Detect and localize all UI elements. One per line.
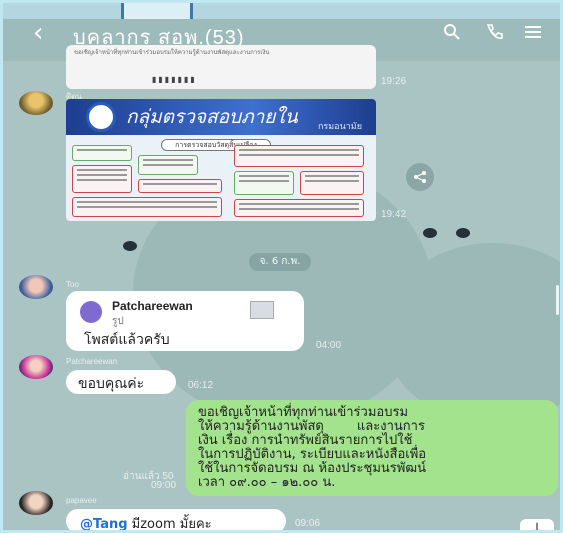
poster-box [234, 171, 294, 195]
share-icon[interactable] [406, 163, 434, 191]
date-divider: จ. 6 ก.พ. [249, 253, 311, 271]
message-text: โพสต์แล้วครับ [84, 332, 170, 348]
menu-icon[interactable] [523, 23, 543, 46]
announcement-line: ใช้ในการจัดอบรม ณ ห้องประชุมนรพัฒน์ [198, 461, 426, 476]
department-logo [86, 102, 116, 132]
wallpaper-eye [123, 241, 137, 251]
poster-box [138, 179, 222, 193]
wallpaper-eye [423, 228, 437, 238]
mention-link[interactable]: @Tang [80, 517, 128, 530]
reply-preview[interactable]: Patchareewan รูป [80, 299, 280, 331]
poster-box [72, 197, 222, 217]
poster-header: กลุ่มตรวจสอบภายใน กรมอนามัย [66, 99, 376, 135]
top-strip [3, 3, 560, 19]
poster-box [72, 165, 132, 193]
announcement-line: ให้ความรู้ด้านงานพัสดุ และงานการ [198, 419, 425, 434]
snippet-text: ขอเชิญเจ้าหน้าที่ทุกท่านเข้าร่วมอบรมให้ค… [74, 49, 270, 56]
reply-sender-name: Patchareewan [112, 299, 193, 313]
avatar [80, 301, 102, 323]
announcement-line: ขอเชิญเจ้าหน้าที่ทุกท่านเข้าร่วมอบรม [198, 405, 409, 420]
sender-name: Too [66, 280, 79, 289]
message-time: 09:06 [295, 518, 321, 529]
search-icon[interactable] [443, 23, 461, 46]
chat-window: ‹ บุคลากร สอพ.(53) ขอเชิญเจ้าหน้าที่ทุกท… [0, 0, 563, 533]
message-time: 06:12 [188, 380, 214, 391]
sender-name: papavee [66, 496, 97, 505]
arrow-down-icon[interactable]: ↓ [520, 519, 554, 530]
avatar[interactable] [19, 355, 53, 379]
announcement-line: เวลา ๐๙.๐๐ – ๑๒.๐๐ น. [198, 475, 336, 490]
poster-title: กลุ่มตรวจสอบภายใน [126, 106, 298, 128]
announcement-line: เงิน เรื่อง การนำทรัพย์สินรายการไปใช้ [198, 433, 413, 448]
message-time: 04:00 [316, 340, 342, 351]
message-bubble[interactable]: @Tang มีzoom มั้ยคะ [66, 509, 286, 532]
poster-box [300, 171, 364, 195]
announcement-line: ในการปฏิบัติงาน, ระเบียบและหนังสือเพื่อ [198, 447, 427, 462]
message-bubble[interactable]: Patchareewan รูป โพสต์แล้วครับ [66, 291, 304, 351]
poster-box [234, 199, 364, 217]
message-snippet[interactable]: ขอเชิญเจ้าหน้าที่ทุกท่านเข้าร่วมอบรมให้ค… [66, 45, 376, 89]
avatar[interactable] [19, 491, 53, 515]
message-bubble[interactable]: ขอเชิญเจ้าหน้าที่ทุกท่านเข้าร่วมอบรม ให้… [186, 400, 558, 496]
poster-body: การตรวจสอบวัสดุสิ้นเปลือง [66, 135, 376, 221]
wallpaper-eye [456, 228, 470, 238]
chevron-left-icon[interactable]: ‹ [33, 18, 43, 48]
poster-box [72, 145, 132, 161]
poster-subtitle: กรมอนามัย [317, 122, 362, 132]
message-time: 19:42 [381, 209, 407, 220]
reply-thumbnail [250, 301, 274, 319]
snippet-controls: ▮▮▮▮▮▮▮ [152, 75, 197, 84]
phone-icon[interactable] [485, 23, 503, 46]
avatar[interactable] [19, 91, 53, 115]
message-text: ขอบคุณค่ะ [78, 376, 145, 392]
message-text: มีzoom มั้ยคะ [127, 517, 212, 532]
poster-box [138, 155, 198, 175]
message-bubble[interactable]: ขอบคุณค่ะ [66, 370, 176, 394]
poster-box [234, 145, 364, 167]
message-time: 19:26 [381, 76, 407, 87]
message-time: 09:00 [151, 480, 177, 491]
reply-type: รูป [112, 316, 124, 327]
poster-image[interactable]: กลุ่มตรวจสอบภายใน กรมอนามัย การตรวจสอบวั… [66, 99, 376, 221]
top-tab [121, 3, 193, 19]
avatar[interactable] [19, 275, 53, 299]
sender-name: Patchareewan [66, 357, 118, 366]
scrollbar[interactable] [556, 285, 559, 315]
